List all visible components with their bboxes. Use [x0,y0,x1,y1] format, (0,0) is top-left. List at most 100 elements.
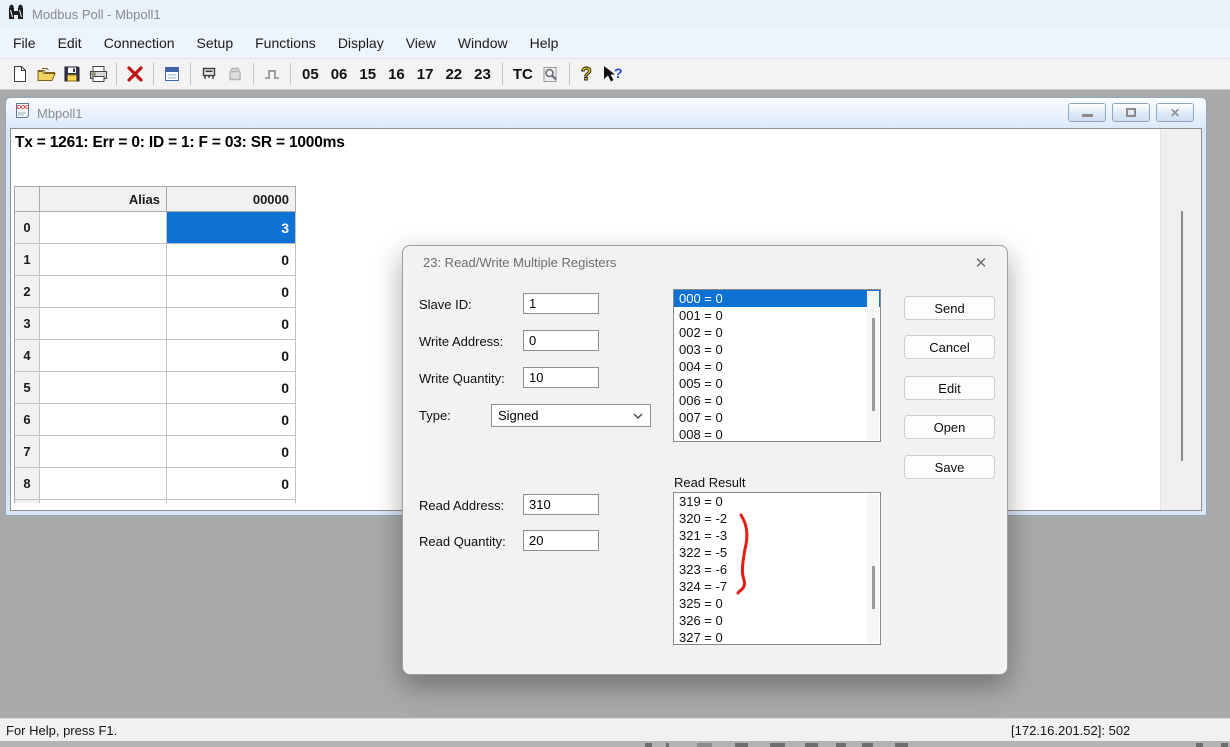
value-cell[interactable]: 0 [167,436,296,468]
cancel-button[interactable]: Cancel [904,335,995,359]
read-result-item[interactable]: 323 = -6 [674,561,880,578]
read-quantity-input[interactable] [523,530,599,551]
menu-setup[interactable]: Setup [186,31,245,55]
alias-cell[interactable] [40,340,167,372]
document-titlebar[interactable]: DOC Mbpoll1 ✕ [6,98,1206,128]
row-number-cell[interactable]: 5 [15,372,40,404]
scrollbar-thumb[interactable] [872,318,875,411]
alias-cell[interactable] [40,372,167,404]
listbox-scrollbar[interactable] [867,494,879,643]
menu-functions[interactable]: Functions [244,31,327,55]
write-values-listbox[interactable]: 000 = 0001 = 0002 = 0003 = 0004 = 0005 =… [673,289,881,442]
open-file-icon[interactable] [33,62,59,86]
alias-cell[interactable] [40,468,167,500]
alias-cell[interactable] [40,244,167,276]
row-number-cell[interactable]: 7 [15,436,40,468]
value-cell[interactable]: 0 [167,276,296,308]
alias-cell[interactable] [40,436,167,468]
row-number-cell[interactable]: 8 [15,468,40,500]
function-06-button[interactable]: 06 [325,66,354,83]
write-list-item[interactable]: 004 = 0 [674,358,880,375]
write-list-item[interactable]: 000 = 0 [674,290,880,307]
type-select[interactable]: Signed [491,404,651,427]
read-result-item[interactable]: 327 = 0 [674,629,880,645]
row-number-cell[interactable]: 2 [15,276,40,308]
alias-cell[interactable] [40,308,167,340]
menu-edit[interactable]: Edit [47,31,93,55]
write-list-item[interactable]: 008 = 0 [674,426,880,442]
read-result-item[interactable]: 320 = -2 [674,510,880,527]
communication-traffic-icon[interactable] [196,62,222,86]
table-row: 80 [15,468,296,500]
menu-file[interactable]: File [2,31,47,55]
disconnect-icon[interactable] [122,62,148,86]
slave-id-input[interactable] [523,293,599,314]
open-button[interactable]: Open [904,415,995,439]
setup-window-icon[interactable] [159,62,185,86]
value-cell[interactable]: 0 [167,244,296,276]
write-list-item[interactable]: 001 = 0 [674,307,880,324]
value-cell[interactable]: 0 [167,372,296,404]
write-list-item[interactable]: 006 = 0 [674,392,880,409]
print-icon[interactable] [85,62,111,86]
test-center-button[interactable]: TC [508,66,538,83]
context-help-icon[interactable]: ? [598,62,628,86]
write-list-item[interactable]: 007 = 0 [674,409,880,426]
menu-view[interactable]: View [395,31,447,55]
close-button[interactable]: ✕ [1156,103,1194,122]
write-list-item[interactable]: 003 = 0 [674,341,880,358]
mdi-workspace: DOC Mbpoll1 ✕ Tx = 1261: Err = 0: ID = 1… [0,90,1230,718]
read-result-item[interactable]: 324 = -7 [674,578,880,595]
function-23-button[interactable]: 23 [468,66,497,83]
function-22-button[interactable]: 22 [439,66,468,83]
write-list-item[interactable]: 002 = 0 [674,324,880,341]
save-button[interactable]: Save [904,455,995,479]
save-icon[interactable] [59,62,85,86]
row-number-cell[interactable]: 0 [15,212,40,244]
read-result-item[interactable]: 325 = 0 [674,595,880,612]
read-result-item[interactable]: 321 = -3 [674,527,880,544]
write-list-item[interactable]: 005 = 0 [674,375,880,392]
write-address-input[interactable] [523,330,599,351]
vertical-scrollbar[interactable] [1160,129,1201,510]
send-button[interactable]: Send [904,296,995,320]
minimize-button[interactable] [1068,103,1106,122]
help-icon[interactable]: ? [575,64,598,85]
function-15-button[interactable]: 15 [353,66,382,83]
toolbar: 05061516172223 TC ? ? [0,58,1230,90]
new-file-icon[interactable] [7,62,33,86]
value-cell[interactable]: 0 [167,404,296,436]
value-cell[interactable]: 3 [167,212,296,244]
read-result-listbox[interactable]: 319 = 0320 = -2321 = -3322 = -5323 = -63… [673,492,881,645]
function-05-button[interactable]: 05 [296,66,325,83]
row-number-cell[interactable]: 4 [15,340,40,372]
dialog-close-icon[interactable]: ✕ [969,252,993,274]
value-cell[interactable]: 0 [167,308,296,340]
function-17-button[interactable]: 17 [411,66,440,83]
read-result-item[interactable]: 319 = 0 [674,493,880,510]
write-quantity-input[interactable] [523,367,599,388]
function-16-button[interactable]: 16 [382,66,411,83]
read-result-item[interactable]: 326 = 0 [674,612,880,629]
read-address-input[interactable] [523,494,599,515]
row-number-cell[interactable]: 3 [15,308,40,340]
alias-cell[interactable] [40,212,167,244]
row-number-cell[interactable]: 6 [15,404,40,436]
menu-help[interactable]: Help [519,31,570,55]
restore-button[interactable] [1112,103,1150,122]
read-result-item[interactable]: 322 = -5 [674,544,880,561]
menu-window[interactable]: Window [447,31,519,55]
value-cell[interactable]: 0 [167,340,296,372]
alias-cell[interactable] [40,404,167,436]
row-number-cell[interactable]: 1 [15,244,40,276]
edit-button[interactable]: Edit [904,376,995,400]
test-center-zoom-icon[interactable] [538,62,564,86]
table-row: 50 [15,372,296,404]
alias-cell[interactable] [40,276,167,308]
scrollbar-thumb[interactable] [872,566,875,609]
value-cell[interactable]: 0 [167,468,296,500]
scrollbar-thumb[interactable] [1181,211,1183,461]
menu-connection[interactable]: Connection [93,31,186,55]
menu-display[interactable]: Display [327,31,395,55]
listbox-scrollbar[interactable] [867,291,879,440]
